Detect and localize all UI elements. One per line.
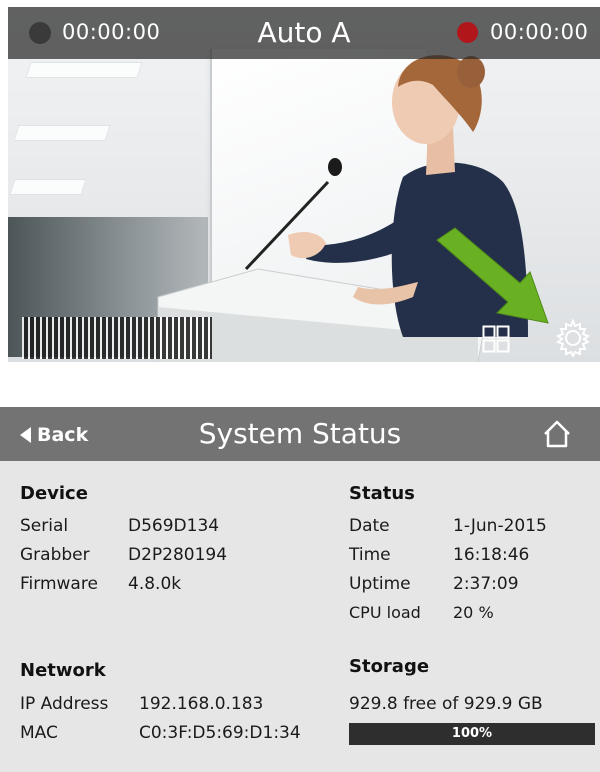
time-label: Time (349, 545, 391, 565)
uptime-value: 2:37:09 (453, 574, 519, 594)
video-status-bar: 00:00:00 Auto A 00:00:00 (8, 7, 600, 59)
settings-button[interactable] (554, 318, 592, 359)
layout-button[interactable] (482, 325, 510, 353)
device-heading: Device (20, 483, 88, 504)
date-label: Date (349, 516, 390, 536)
gear-icon (555, 318, 591, 359)
serial-value: D569D134 (128, 516, 220, 536)
page-title: System Status (198, 417, 402, 450)
network-heading: Network (20, 660, 106, 681)
status-heading: Status (349, 483, 415, 504)
presenter-sweater (391, 162, 528, 337)
home-icon (544, 420, 570, 448)
cpu-load-value: 20 % (453, 603, 494, 622)
ip-address-value: 192.168.0.183 (139, 694, 264, 714)
firmware-label: Firmware (20, 574, 98, 594)
firmware-value: 4.8.0k (128, 574, 182, 594)
storage-progress-bar: 100% (349, 723, 595, 745)
serial-label: Serial (20, 516, 69, 536)
status-header: Back System Status (0, 407, 600, 461)
storage-summary: 929.8 free of 929.9 GB (349, 694, 543, 714)
grid-layout-icon (482, 325, 510, 353)
time-value: 16:18:46 (453, 545, 530, 565)
storage-heading: Storage (349, 656, 430, 677)
system-status-panel: Back System Status Device Serial D569D13… (0, 407, 600, 772)
presenter-scene (157, 55, 528, 362)
uptime-label: Uptime (349, 574, 411, 594)
home-button[interactable] (541, 418, 573, 450)
record-indicator-icon (457, 22, 478, 43)
ip-address-label: IP Address (20, 694, 109, 714)
grabber-label: Grabber (20, 545, 90, 565)
grabber-value: D2P280194 (128, 545, 228, 565)
date-value: 1-Jun-2015 (453, 516, 547, 536)
mac-label: MAC (20, 723, 58, 743)
audio-level-meter (22, 317, 212, 359)
video-preview: 00:00:00 Auto A 00:00:00 (8, 7, 600, 362)
timecode-right: 00:00:00 (490, 20, 589, 44)
cpu-load-label: CPU load (349, 603, 421, 622)
video-frame-image (8, 7, 600, 362)
presenter-hair-bun (457, 56, 485, 88)
storage-percent-label: 100% (451, 726, 493, 741)
mac-value: C0:3F:D5:69:D1:34 (139, 723, 301, 743)
microphone-head (328, 158, 342, 176)
